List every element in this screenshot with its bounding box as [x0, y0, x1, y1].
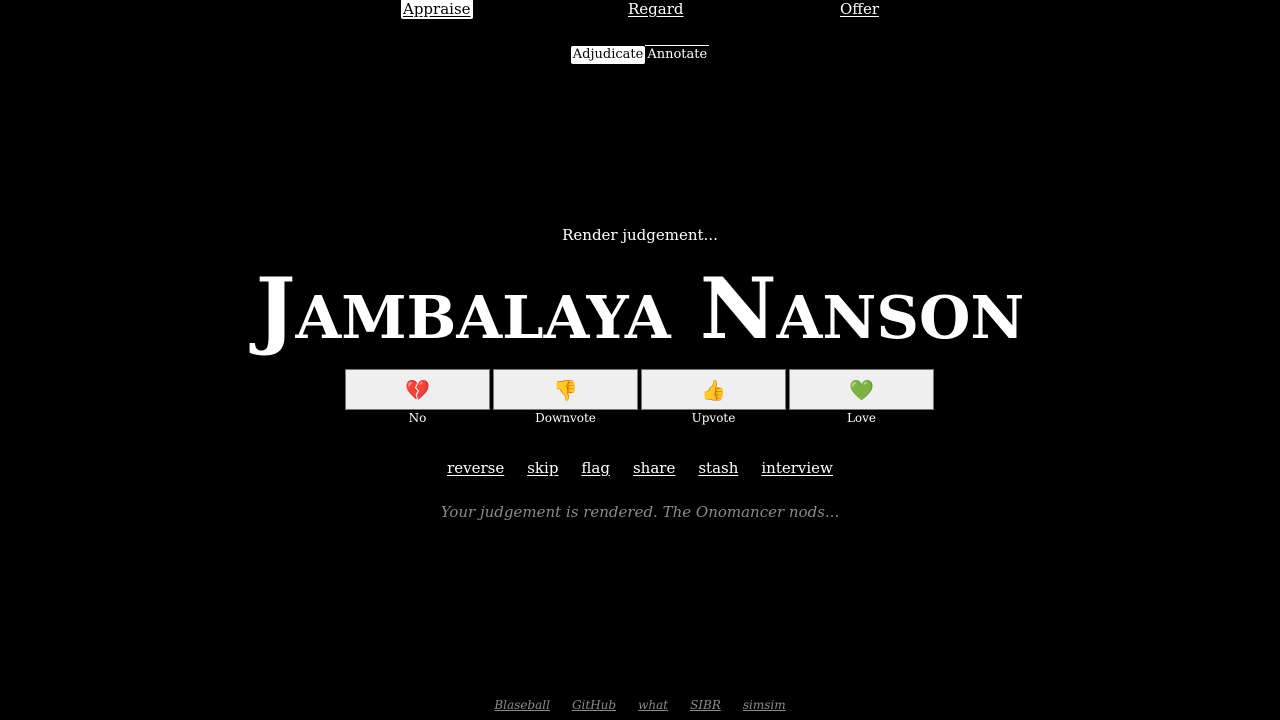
green-heart-icon: 💚	[849, 377, 874, 402]
secondary-nav: Adjudicate Annotate	[0, 45, 1280, 64]
player-name: Jambalaya Nanson	[255, 259, 1025, 358]
action-links: reverse skip flag share stash interview	[0, 459, 1280, 477]
no-button[interactable]: 💔	[345, 369, 490, 410]
skip-link[interactable]: skip	[527, 459, 558, 477]
vote-buttons: 💔 No 👎 Downvote 👍 Upvote 💚 Love	[345, 369, 934, 425]
no-label: No	[408, 411, 427, 425]
broken-heart-icon: 💔	[405, 377, 430, 402]
nav-appraise[interactable]: Appraise	[401, 0, 473, 19]
status-message: Your judgement is rendered. The Onomance…	[440, 503, 840, 521]
love-button[interactable]: 💚	[789, 369, 934, 410]
love-label: Love	[846, 411, 877, 425]
footer-what-link[interactable]: what	[638, 698, 668, 712]
footer-links: Blaseball GitHub what SIBR simsim	[0, 698, 1280, 712]
footer-blaseball-link[interactable]: Blaseball	[494, 698, 550, 712]
nav-annotate[interactable]: Annotate	[645, 45, 710, 64]
vote-downvote: 👎 Downvote	[493, 369, 638, 425]
footer-github-link[interactable]: GitHub	[572, 698, 616, 712]
thumbs-up-icon: 👍	[701, 377, 726, 402]
reverse-link[interactable]: reverse	[447, 459, 504, 477]
vote-love: 💚 Love	[789, 369, 934, 425]
vote-upvote: 👍 Upvote	[641, 369, 786, 425]
upvote-button[interactable]: 👍	[641, 369, 786, 410]
nav-regard[interactable]: Regard	[626, 0, 686, 19]
flag-link[interactable]: flag	[581, 459, 610, 477]
nav-adjudicate[interactable]: Adjudicate	[570, 45, 646, 64]
nav-offer[interactable]: Offer	[838, 0, 881, 19]
share-link[interactable]: share	[633, 459, 675, 477]
upvote-label: Upvote	[691, 411, 736, 425]
judgement-prompt: Render judgement...	[562, 226, 718, 244]
downvote-label: Downvote	[535, 411, 596, 425]
stash-link[interactable]: stash	[698, 459, 738, 477]
page: Appraise Regard Offer Adjudicate Annotat…	[0, 0, 1280, 720]
thumbs-down-icon: 👎	[553, 377, 578, 402]
footer-sibr-link[interactable]: SIBR	[690, 698, 721, 712]
interview-link[interactable]: interview	[761, 459, 833, 477]
vote-no: 💔 No	[345, 369, 490, 425]
footer-simsim-link[interactable]: simsim	[743, 698, 786, 712]
downvote-button[interactable]: 👎	[493, 369, 638, 410]
